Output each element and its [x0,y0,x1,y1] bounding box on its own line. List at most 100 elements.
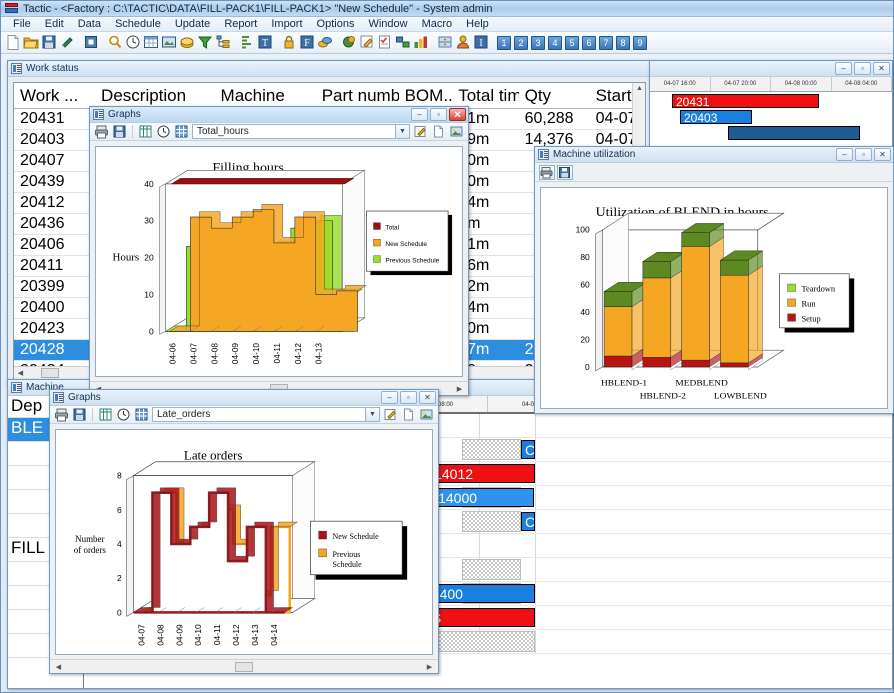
new-document-icon[interactable] [5,34,22,51]
minimize-button[interactable]: – [411,108,428,121]
minimize-button[interactable]: – [835,62,852,75]
toolbar-number-button-6[interactable]: 6 [582,36,596,50]
column-header-4[interactable]: BOM... [399,86,453,106]
toolbar-number-button-9[interactable]: 9 [633,36,647,50]
menu-item-update[interactable]: Update [168,17,217,32]
grid-icon[interactable] [174,124,189,139]
edit-pencil-icon[interactable] [413,124,428,139]
work-status-titlebar[interactable]: Work status [8,61,651,77]
graphs-filling-titlebar[interactable]: Graphs – ▫ ✕ [90,107,468,123]
column-header-0[interactable]: Work ... [14,86,95,106]
info-icon[interactable]: I [473,34,490,51]
menu-item-file[interactable]: File [6,17,38,32]
gantt-bar[interactable]: C14000 [424,488,534,507]
chevron-down-icon[interactable]: ▼ [395,125,409,138]
minimize-button[interactable]: – [381,391,398,404]
clock-icon[interactable] [125,34,142,51]
edit-pencil-icon[interactable] [359,34,376,51]
gold-icon[interactable] [179,34,196,51]
scroll-right-icon[interactable]: ▶ [423,663,436,671]
print-icon[interactable] [94,124,109,139]
text-tool-icon[interactable]: T [257,34,274,51]
pin-icon[interactable] [59,34,76,51]
print-preview-icon[interactable] [539,165,555,180]
person-icon[interactable] [455,34,472,51]
column-header-3[interactable]: Part number [316,86,399,106]
chart-icon[interactable] [413,34,430,51]
cart-icon[interactable] [341,34,358,51]
save-disk-icon[interactable] [557,165,573,180]
gantt-preview-window[interactable]: – ▫ ✕ 04-07 16:0004-07 20:0004-08 00:000… [649,60,893,152]
scroll-right-icon[interactable]: ▶ [453,385,466,393]
gantt-bar[interactable]: C [521,512,535,531]
toolbar-number-button-7[interactable]: 7 [599,36,613,50]
grid-icon[interactable] [134,407,149,422]
menu-item-data[interactable]: Data [71,17,108,32]
blue-box-icon[interactable] [83,34,100,51]
graphs-filling-window[interactable]: Graphs – ▫ ✕ [89,106,469,396]
menu-item-import[interactable]: Import [264,17,309,32]
save-disk-icon[interactable] [72,407,87,422]
graphs-late-titlebar[interactable]: Graphs – ▫ ✕ [50,390,438,406]
maximize-button[interactable]: ▫ [430,108,447,121]
coins-icon[interactable] [317,34,334,51]
close-button[interactable]: ✕ [419,391,436,404]
scroll-up-icon[interactable]: ▲ [633,83,646,95]
tree-icon[interactable] [215,34,232,51]
toolbar-number-button-3[interactable]: 3 [531,36,545,50]
maximize-button[interactable]: ▫ [854,62,871,75]
column-header-2[interactable]: Machine [215,86,316,106]
maximize-button[interactable]: ▫ [400,391,417,404]
magnifier-icon[interactable] [107,34,124,51]
save-disk-icon[interactable] [112,124,127,139]
menu-item-schedule[interactable]: Schedule [108,17,168,32]
machine-utilization-window[interactable]: Machine utilization – ▫ ✕ Utilization of… [534,146,894,414]
toolbar-number-button-4[interactable]: 4 [548,36,562,50]
hscroll-thumb[interactable] [235,662,253,672]
gantt-bar[interactable]: C [521,440,535,459]
column-header-5[interactable]: Total time [452,86,518,106]
new-document-icon[interactable] [401,407,416,422]
graph-select[interactable]: Total_hours ▼ [192,124,410,139]
toolbar-number-button-5[interactable]: 5 [565,36,579,50]
gantt-preview-titlebar[interactable]: – ▫ ✕ [650,61,892,77]
gantt-bar[interactable]: 20403 [680,110,752,124]
scroll-left-icon[interactable]: ◀ [52,663,65,671]
table-icon[interactable] [138,124,153,139]
menu-item-options[interactable]: Options [310,17,362,32]
clock-icon[interactable] [116,407,131,422]
hscroll-thumb[interactable] [41,368,59,378]
minimize-button[interactable]: – [836,148,853,161]
close-button[interactable]: ✕ [449,108,466,121]
field-icon[interactable]: F [299,34,316,51]
image-icon[interactable] [419,407,434,422]
menu-item-help[interactable]: Help [459,17,496,32]
column-header-6[interactable]: Qty [519,86,590,106]
toolbar-number-button-8[interactable]: 8 [616,36,630,50]
graph-select[interactable]: Late_orders ▼ [152,407,380,422]
menu-item-edit[interactable]: Edit [38,17,71,32]
toolbar-number-button-2[interactable]: 2 [514,36,528,50]
toolbar-number-button-1[interactable]: 1 [497,36,511,50]
machine-utilization-titlebar[interactable]: Machine utilization – ▫ ✕ [535,147,893,163]
save-disk-icon[interactable] [41,34,58,51]
menu-item-report[interactable]: Report [217,17,264,32]
lock-icon[interactable] [281,34,298,51]
gantt-bar[interactable]: 20431 [672,94,819,108]
scroll-left-icon[interactable]: ◀ [14,369,27,377]
new-document-icon[interactable] [431,124,446,139]
cabinet-icon[interactable] [437,34,454,51]
link-icon[interactable] [395,34,412,51]
image-icon[interactable] [449,124,464,139]
edit-pencil-icon[interactable] [383,407,398,422]
open-folder-icon[interactable] [23,34,40,51]
menu-item-window[interactable]: Window [361,17,414,32]
screen-icon[interactable] [161,34,178,51]
checklist-icon[interactable] [377,34,394,51]
chevron-down-icon[interactable]: ▼ [365,408,379,421]
funnel-icon[interactable] [197,34,214,51]
column-header-1[interactable]: Description [95,86,214,106]
menu-item-macro[interactable]: Macro [415,17,460,32]
close-button[interactable]: ✕ [874,148,891,161]
print-icon[interactable] [54,407,69,422]
